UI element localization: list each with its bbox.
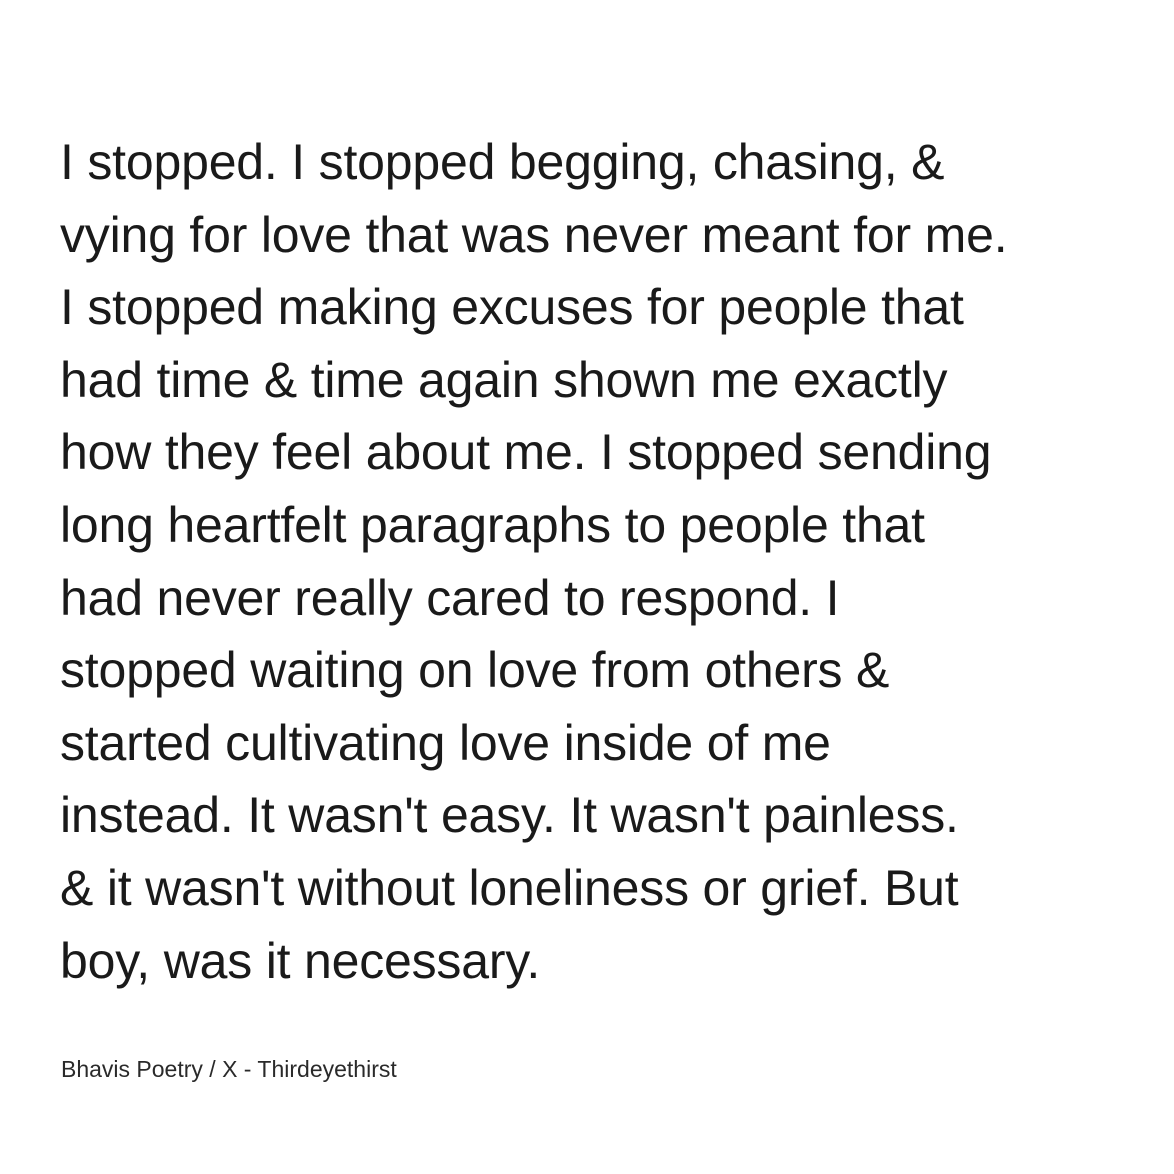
author-credit: Bhavis Poetry / X - Thirdeyethirst <box>61 1056 397 1082</box>
page: I stopped. I stopped begging, chasing, &… <box>0 0 1174 1174</box>
poem-line: boy, was it necessary. <box>60 932 541 989</box>
poem-line: stopped waiting on love from others & <box>60 642 890 699</box>
poem-line: long heartfelt paragraphs to people that <box>60 496 925 553</box>
poem-line: & it wasn't without loneliness or grief.… <box>60 859 959 916</box>
poem-text: I stopped. I stopped begging, chasing, &… <box>60 126 1150 997</box>
poem-line: instead. It wasn't easy. It wasn't painl… <box>60 787 959 844</box>
poem-line: I stopped making excuses for people that <box>60 279 964 336</box>
poem-line: had never really cared to respond. I <box>60 569 840 626</box>
poem-line: vying for love that was never meant for … <box>60 206 1008 263</box>
poem-line: had time & time again shown me exactly <box>60 351 948 408</box>
poem-line: how they feel about me. I stopped sendin… <box>60 424 992 481</box>
poem-line: I stopped. I stopped begging, chasing, & <box>60 134 945 190</box>
poem-line: started cultivating love inside of me <box>60 714 831 771</box>
